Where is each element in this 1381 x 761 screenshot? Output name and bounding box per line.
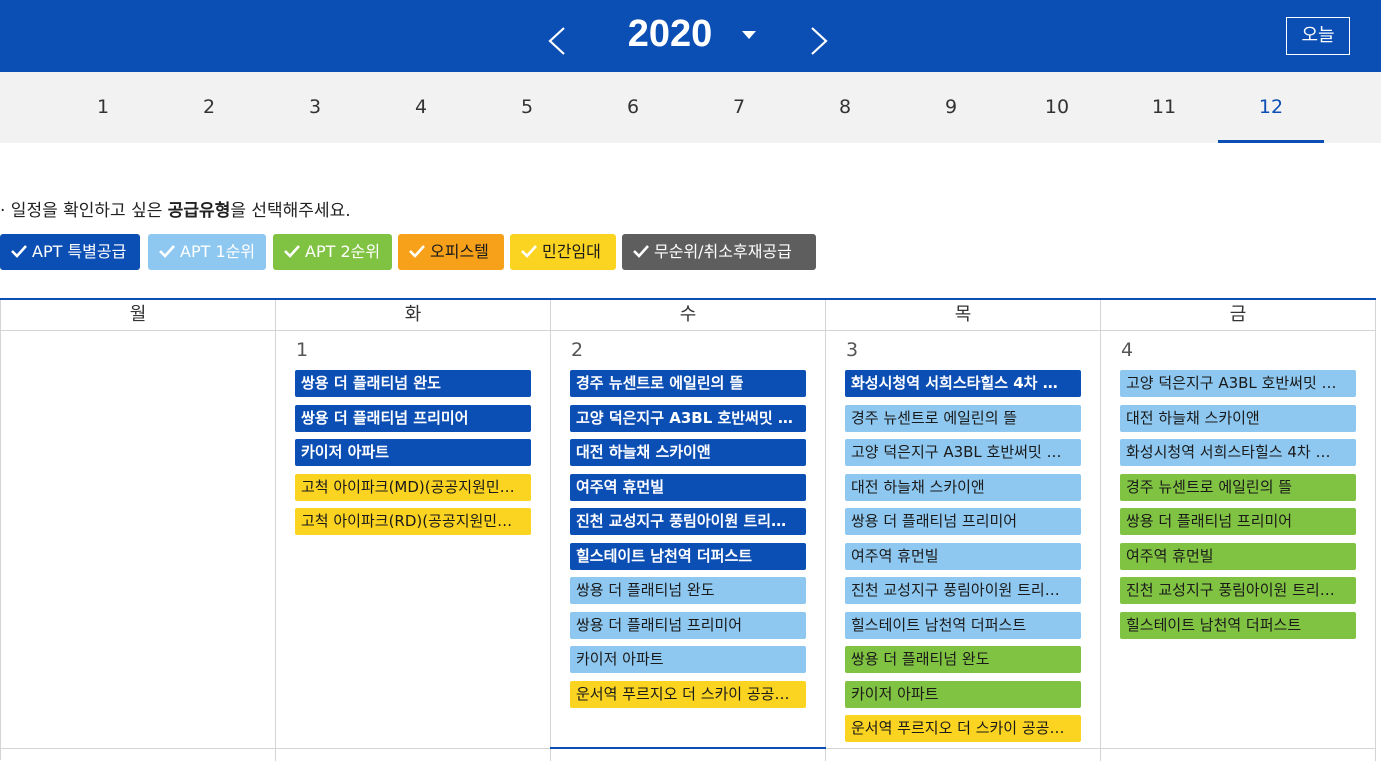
checkmark-icon <box>632 235 650 258</box>
calendar-event[interactable]: 고척 아이파크(RD)(공공지원민… <box>295 508 531 535</box>
hint-bold: 공급유형 <box>167 201 231 221</box>
selected-cell-indicator <box>550 747 826 752</box>
today-button[interactable]: 오늘 <box>1286 17 1350 55</box>
calendar-event[interactable]: 운서역 푸르지오 더 스카이 공공… <box>570 680 806 708</box>
checkmark-icon <box>408 235 426 258</box>
weekday-header: 월 <box>1 300 276 331</box>
day-number: 1 <box>296 339 309 361</box>
calendar-event[interactable]: 경주 뉴센트로 에일린의 뜰 <box>845 404 1081 432</box>
checkmark-icon <box>10 235 28 258</box>
calendar-event[interactable]: 고양 덕은지구 A3BL 호반써밋 … <box>570 404 806 432</box>
calendar-event[interactable]: 운서역 푸르지오 더 스카이 공공… <box>845 715 1081 742</box>
calendar-header: 2020 오늘 <box>0 0 1381 72</box>
calendar-event[interactable]: 진천 교성지구 풍림아이원 트리… <box>570 508 806 535</box>
filter-chip-label: APT 2순위 <box>305 242 381 261</box>
day-cell[interactable] <box>1 331 276 761</box>
month-tabs: 1 2 3 4 5 6 7 8 9 10 11 12 <box>0 72 1381 143</box>
month-tab-5[interactable]: 5 <box>474 72 580 143</box>
calendar-event[interactable]: 쌍용 더 플래티넘 프리미어 <box>570 611 806 639</box>
filter-chip[interactable]: 민간임대 <box>510 234 616 270</box>
calendar-event[interactable]: 여주역 휴먼빌 <box>845 542 1081 570</box>
calendar-event[interactable]: 쌍용 더 플래티넘 완도 <box>295 370 531 397</box>
calendar-event[interactable]: 화성시청역 서희스타힐스 4차 … <box>1120 439 1356 466</box>
calendar-event[interactable]: 고양 덕은지구 A3BL 호반써밋 … <box>1120 370 1356 397</box>
month-tab-1[interactable]: 1 <box>50 72 156 143</box>
filter-chip-label: 민간임대 <box>542 242 601 261</box>
month-tab-4[interactable]: 4 <box>368 72 474 143</box>
weekday-header: 금 <box>1101 300 1376 331</box>
calendar-event[interactable]: 힐스테이트 남천역 더퍼스트 <box>1120 611 1356 639</box>
calendar-event[interactable]: 대전 하늘채 스카이앤 <box>1120 404 1356 432</box>
month-tab-6[interactable]: 6 <box>580 72 686 143</box>
hint-prefix: · 일정을 확인하고 싶은 <box>0 201 168 221</box>
calendar-event[interactable]: 경주 뉴센트로 에일린의 뜰 <box>570 370 806 397</box>
filter-chip[interactable]: 오피스텔 <box>398 234 504 270</box>
day-cell[interactable]: 2 경주 뉴센트로 에일린의 뜰고양 덕은지구 A3BL 호반써밋 … 대전 하늘채… <box>551 331 826 761</box>
calendar-grid: 월 화 수 목 금 1 쌍용 더 플래티넘 완도 쌍용 더 플래티넘 프리미어 카이저 아파트 고… <box>0 298 1376 761</box>
day-cell[interactable]: 4 고양 덕은지구 A3BL 호반써밋 … 대전 하늘채 스카이앤화성시청역 서희스… <box>1101 331 1376 761</box>
calendar-event[interactable]: 쌍용 더 플래티넘 프리미어 <box>845 508 1081 535</box>
filter-chip-label: 무순위/취소후재공급 <box>654 242 792 261</box>
filter-chip[interactable]: APT 1순위 <box>148 234 266 270</box>
calendar-event[interactable]: 쌍용 더 플래티넘 완도 <box>845 646 1081 673</box>
month-tab-9[interactable]: 9 <box>898 72 1004 143</box>
day-cell[interactable]: 3 화성시청역 서희스타힐스 4차 … 경주 뉴센트로 에일린의 뜰고양 덕은지구 … <box>826 331 1101 761</box>
calendar-event[interactable]: 쌍용 더 플래티넘 완도 <box>570 577 806 604</box>
calendar-event[interactable]: 진천 교성지구 풍림아이원 트리… <box>1120 577 1356 604</box>
month-tab-8[interactable]: 8 <box>792 72 898 143</box>
day-cell[interactable]: 1 쌍용 더 플래티넘 완도쌍용 더 플래티넘 프리미어카이저 아파트고척 아이파… <box>276 331 551 761</box>
calendar-event[interactable]: 화성시청역 서희스타힐스 4차 … <box>845 370 1081 397</box>
calendar-event[interactable]: 쌍용 더 플래티넘 프리미어 <box>1120 508 1356 535</box>
calendar-event[interactable]: 경주 뉴센트로 에일린의 뜰 <box>1120 473 1356 501</box>
year-label[interactable]: 2020 <box>610 10 730 58</box>
next-year-chevron-right-icon[interactable] <box>808 26 830 56</box>
hint-suffix: 을 선택해주세요. <box>230 201 351 221</box>
prev-year-chevron-left-icon[interactable] <box>546 26 568 56</box>
day-number: 3 <box>846 339 859 361</box>
month-tab-10[interactable]: 10 <box>1004 72 1110 143</box>
weekday-header: 화 <box>276 300 551 331</box>
filter-chip-label: APT 특별공급 <box>32 242 127 261</box>
checkmark-icon <box>520 235 538 258</box>
calendar-event[interactable]: 힐스테이트 남천역 더퍼스트 <box>845 611 1081 639</box>
day-number: 4 <box>1121 339 1134 361</box>
month-tab-7[interactable]: 7 <box>686 72 792 143</box>
checkmark-icon <box>158 235 176 258</box>
month-tab-12[interactable]: 12 <box>1218 72 1324 143</box>
calendar-event[interactable]: 여주역 휴먼빌 <box>570 473 806 501</box>
filter-chip[interactable]: APT 특별공급 <box>0 234 140 270</box>
month-tab-11[interactable]: 11 <box>1111 72 1217 143</box>
calendar-event[interactable]: 카이저 아파트 <box>845 680 1081 708</box>
month-tab-2[interactable]: 2 <box>156 72 262 143</box>
checkmark-icon <box>283 235 301 258</box>
calendar-event[interactable]: 쌍용 더 플래티넘 프리미어 <box>295 404 531 432</box>
filter-chip[interactable]: APT 2순위 <box>273 234 392 270</box>
month-tab-3[interactable]: 3 <box>262 72 368 143</box>
calendar-event[interactable]: 대전 하늘채 스카이앤 <box>570 439 806 466</box>
calendar-event[interactable]: 카이저 아파트 <box>570 646 806 673</box>
filter-chip[interactable]: 무순위/취소후재공급 <box>622 234 816 270</box>
calendar-event[interactable]: 힐스테이트 남천역 더퍼스트 <box>570 542 806 570</box>
weekday-header: 목 <box>826 300 1101 331</box>
calendar-event[interactable]: 진천 교성지구 풍림아이원 트리… <box>845 577 1081 604</box>
calendar-event[interactable]: 여주역 휴먼빌 <box>1120 542 1356 570</box>
weekday-header: 수 <box>551 300 826 331</box>
year-dropdown-caret-icon[interactable] <box>740 26 758 39</box>
filter-hint: · 일정을 확인하고 싶은 공급유형을 선택해주세요. <box>0 196 351 221</box>
filter-chip-label: 오피스텔 <box>430 242 489 261</box>
calendar-event[interactable]: 고척 아이파크(MD)(공공지원민… <box>295 473 531 501</box>
filter-chip-label: APT 1순위 <box>180 242 256 261</box>
calendar-event[interactable]: 고양 덕은지구 A3BL 호반써밋 … <box>845 439 1081 466</box>
day-number: 2 <box>571 339 584 361</box>
calendar-event[interactable]: 대전 하늘채 스카이앤 <box>845 473 1081 501</box>
calendar-event[interactable]: 카이저 아파트 <box>295 439 531 466</box>
